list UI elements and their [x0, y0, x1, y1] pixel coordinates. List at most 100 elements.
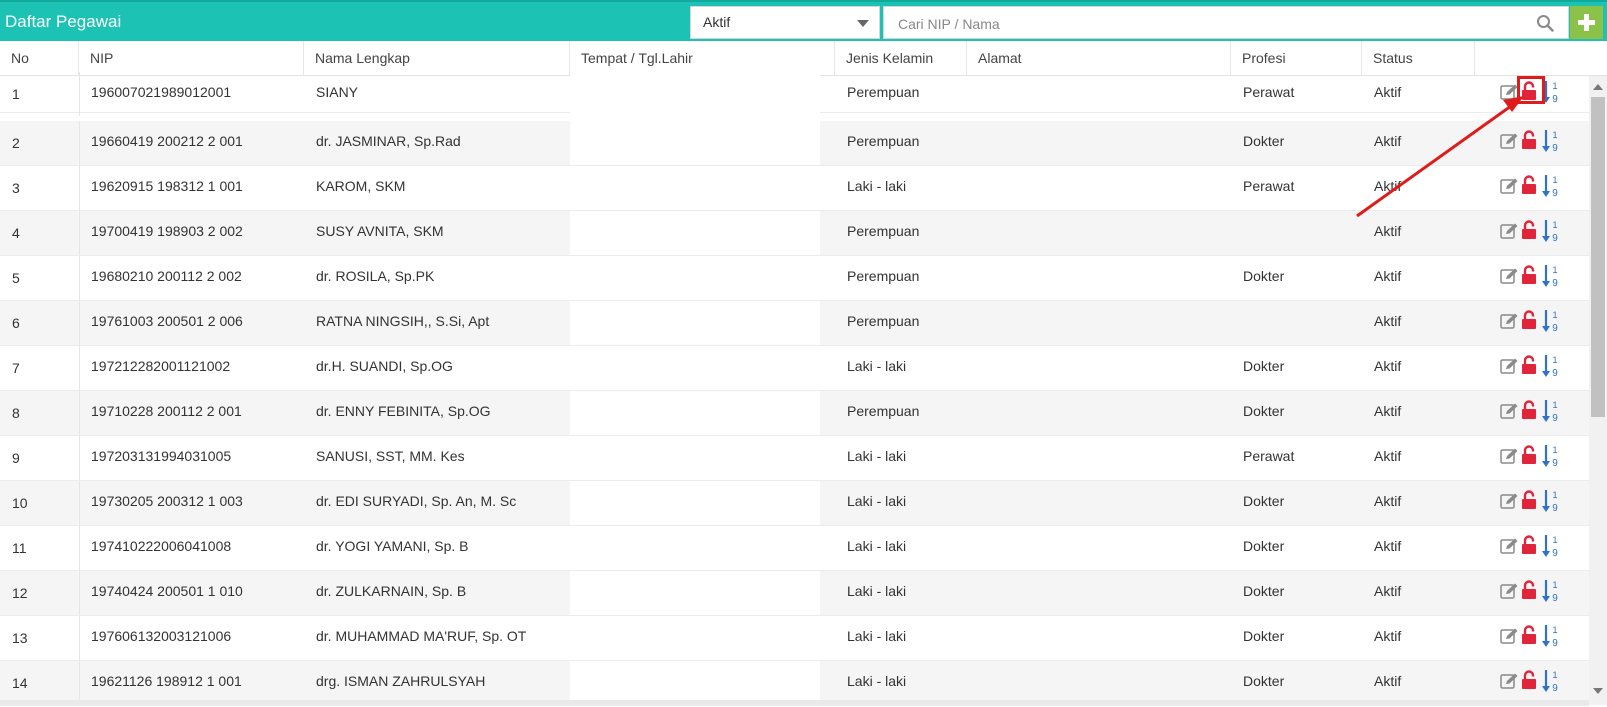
edit-icon[interactable] — [1500, 313, 1518, 329]
cell-nama: dr. YOGI YAMANI, Sp. B — [316, 538, 469, 554]
row-actions: 19 — [1500, 669, 1564, 695]
sort-numeric-icon[interactable]: 19 — [1542, 489, 1562, 513]
sort-digit-top: 1 — [1552, 220, 1557, 230]
unlock-icon[interactable] — [1521, 175, 1537, 195]
birthplace-column-blank — [570, 346, 820, 390]
column-header-status[interactable]: Status — [1362, 41, 1475, 75]
edit-icon[interactable] — [1500, 133, 1518, 149]
birthplace-column-blank — [570, 211, 820, 255]
table-row[interactable]: 8 19710228 200112 2 001 dr. ENNY FEBINITA,… — [0, 391, 1589, 436]
edit-icon[interactable] — [1500, 628, 1518, 644]
cell-jenis-kelamin: Laki - laki — [847, 493, 907, 509]
table-row[interactable]: 3 19620915 198312 1 001 KAROM, SKM Laki - l… — [0, 166, 1589, 211]
sort-numeric-icon[interactable]: 19 — [1542, 354, 1562, 378]
unlock-icon[interactable] — [1521, 535, 1537, 555]
table-row[interactable]: 13 197606132003121006 dr. MUHAMMAD MA'RUF,… — [0, 616, 1589, 661]
column-header-profesi[interactable]: Profesi — [1231, 41, 1362, 75]
cell-profesi: Dokter — [1243, 268, 1285, 284]
table-row[interactable]: 1 196007021989012001 SIANY Perempuan Perawat… — [0, 72, 1589, 116]
cell-nama: dr. JASMINAR, Sp.Rad — [316, 133, 461, 149]
unlock-icon[interactable] — [1521, 445, 1537, 465]
cell-no: 5 — [12, 270, 20, 286]
table-row[interactable]: 10 19730205 200312 1 003 dr. EDI SURYADI, … — [0, 481, 1589, 526]
column-header-no[interactable]: No — [0, 41, 79, 75]
unlock-icon[interactable] — [1521, 625, 1537, 645]
table-row[interactable]: 7 197212282001121002 dr.H. SUANDI, Sp.OG La… — [0, 346, 1589, 391]
table-row[interactable]: 4 19700419 198903 2 002 SUSY AVNITA, SKM Pe… — [0, 211, 1589, 256]
table-row[interactable]: 2 19660419 200212 2 001 dr. JASMINAR, Sp.R… — [0, 121, 1589, 166]
sort-numeric-icon[interactable]: 19 — [1542, 624, 1562, 648]
vertical-scrollbar[interactable] — [1589, 76, 1607, 705]
cell-no: 4 — [12, 225, 20, 241]
edit-icon[interactable] — [1500, 448, 1518, 464]
sort-numeric-icon[interactable]: 19 — [1542, 669, 1562, 693]
column-header-alamat[interactable]: Alamat — [967, 41, 1231, 75]
sort-numeric-icon[interactable]: 19 — [1542, 80, 1562, 104]
row-actions: 19 — [1500, 444, 1564, 470]
unlock-icon[interactable] — [1521, 400, 1537, 420]
edit-icon[interactable] — [1500, 268, 1518, 284]
sort-digit-bottom: 9 — [1552, 233, 1558, 243]
edit-icon[interactable] — [1500, 403, 1518, 419]
edit-icon[interactable] — [1500, 358, 1518, 374]
sort-digit-bottom: 9 — [1552, 548, 1558, 558]
edit-icon[interactable] — [1500, 178, 1518, 194]
sort-numeric-icon[interactable]: 19 — [1542, 309, 1562, 333]
sort-digit-bottom: 9 — [1552, 593, 1558, 603]
unlock-icon[interactable] — [1521, 490, 1537, 510]
unlock-icon[interactable] — [1521, 580, 1537, 600]
edit-icon[interactable] — [1500, 583, 1518, 599]
column-header-nama[interactable]: Nama Lengkap — [304, 41, 570, 75]
unlock-icon[interactable] — [1521, 670, 1537, 690]
unlock-icon[interactable] — [1521, 130, 1537, 150]
sort-digit-top: 1 — [1552, 265, 1557, 275]
sort-digit-bottom: 9 — [1552, 683, 1558, 693]
table-row[interactable]: 12 19740424 200501 1 010 dr. ZULKARNAIN, S… — [0, 571, 1589, 616]
unlock-icon[interactable] — [1521, 265, 1537, 285]
cell-nip: 19680210 200112 2 002 — [91, 268, 242, 284]
unlock-icon[interactable] — [1521, 355, 1537, 375]
column-header-nip[interactable]: NIP — [79, 41, 304, 75]
edit-icon[interactable] — [1500, 493, 1518, 509]
table-row[interactable]: 11 197410222006041008 dr. YOGI YAMANI, Sp.… — [0, 526, 1589, 571]
sort-numeric-icon[interactable]: 19 — [1542, 219, 1562, 243]
table-row[interactable]: 9 197203131994031005 SANUSI, SST, MM. Kes L… — [0, 436, 1589, 481]
search-input[interactable] — [896, 13, 1500, 35]
edit-icon[interactable] — [1500, 84, 1518, 100]
sort-numeric-icon[interactable]: 19 — [1542, 444, 1562, 468]
unlock-icon[interactable] — [1521, 310, 1537, 330]
horizontal-scrollbar[interactable] — [0, 700, 1589, 705]
edit-icon[interactable] — [1500, 223, 1518, 239]
edit-icon[interactable] — [1500, 673, 1518, 689]
status-filter-select[interactable]: Aktif — [690, 6, 880, 39]
table-row[interactable]: 5 19680210 200112 2 002 dr. ROSILA, Sp.PK P… — [0, 256, 1589, 301]
search-icon[interactable] — [1536, 14, 1554, 32]
sort-numeric-icon[interactable]: 19 — [1542, 579, 1562, 603]
sort-digit-top: 1 — [1552, 130, 1557, 140]
cell-nip: 19730205 200312 1 003 — [91, 493, 243, 509]
unlock-icon[interactable] — [1521, 220, 1537, 240]
scroll-down-arrow[interactable] — [1593, 688, 1603, 694]
birthplace-column-blank — [570, 436, 820, 480]
column-header-ttl[interactable]: Tempat / Tgl.Lahir — [570, 41, 835, 75]
sort-numeric-icon[interactable]: 19 — [1542, 264, 1562, 288]
cell-status: Aktif — [1374, 583, 1402, 599]
sort-digit-top: 1 — [1552, 81, 1557, 91]
column-header-jenis-kelamin[interactable]: Jenis Kelamin — [835, 41, 967, 75]
table-row[interactable]: 6 19761003 200501 2 006 RATNA NINGSIH,, S.… — [0, 301, 1589, 346]
cell-nip: 19660419 200212 2 001 — [91, 133, 243, 149]
cell-nip: 197212282001121002 — [91, 358, 231, 374]
sort-numeric-icon[interactable]: 19 — [1542, 399, 1562, 423]
sort-numeric-icon[interactable]: 19 — [1542, 534, 1562, 558]
search-box[interactable] — [883, 6, 1569, 39]
birthplace-column-blank — [570, 301, 820, 345]
cell-nama: SANUSI, SST, MM. Kes — [316, 448, 465, 464]
row-actions: 19 — [1500, 129, 1564, 155]
sort-numeric-icon[interactable]: 19 — [1542, 129, 1562, 153]
scroll-up-arrow[interactable] — [1593, 84, 1603, 90]
add-employee-button[interactable] — [1570, 6, 1603, 39]
cell-jenis-kelamin: Laki - laki — [847, 628, 907, 644]
sort-numeric-icon[interactable]: 19 — [1542, 174, 1562, 198]
edit-icon[interactable] — [1500, 538, 1518, 554]
scrollbar-thumb[interactable] — [1591, 97, 1605, 417]
